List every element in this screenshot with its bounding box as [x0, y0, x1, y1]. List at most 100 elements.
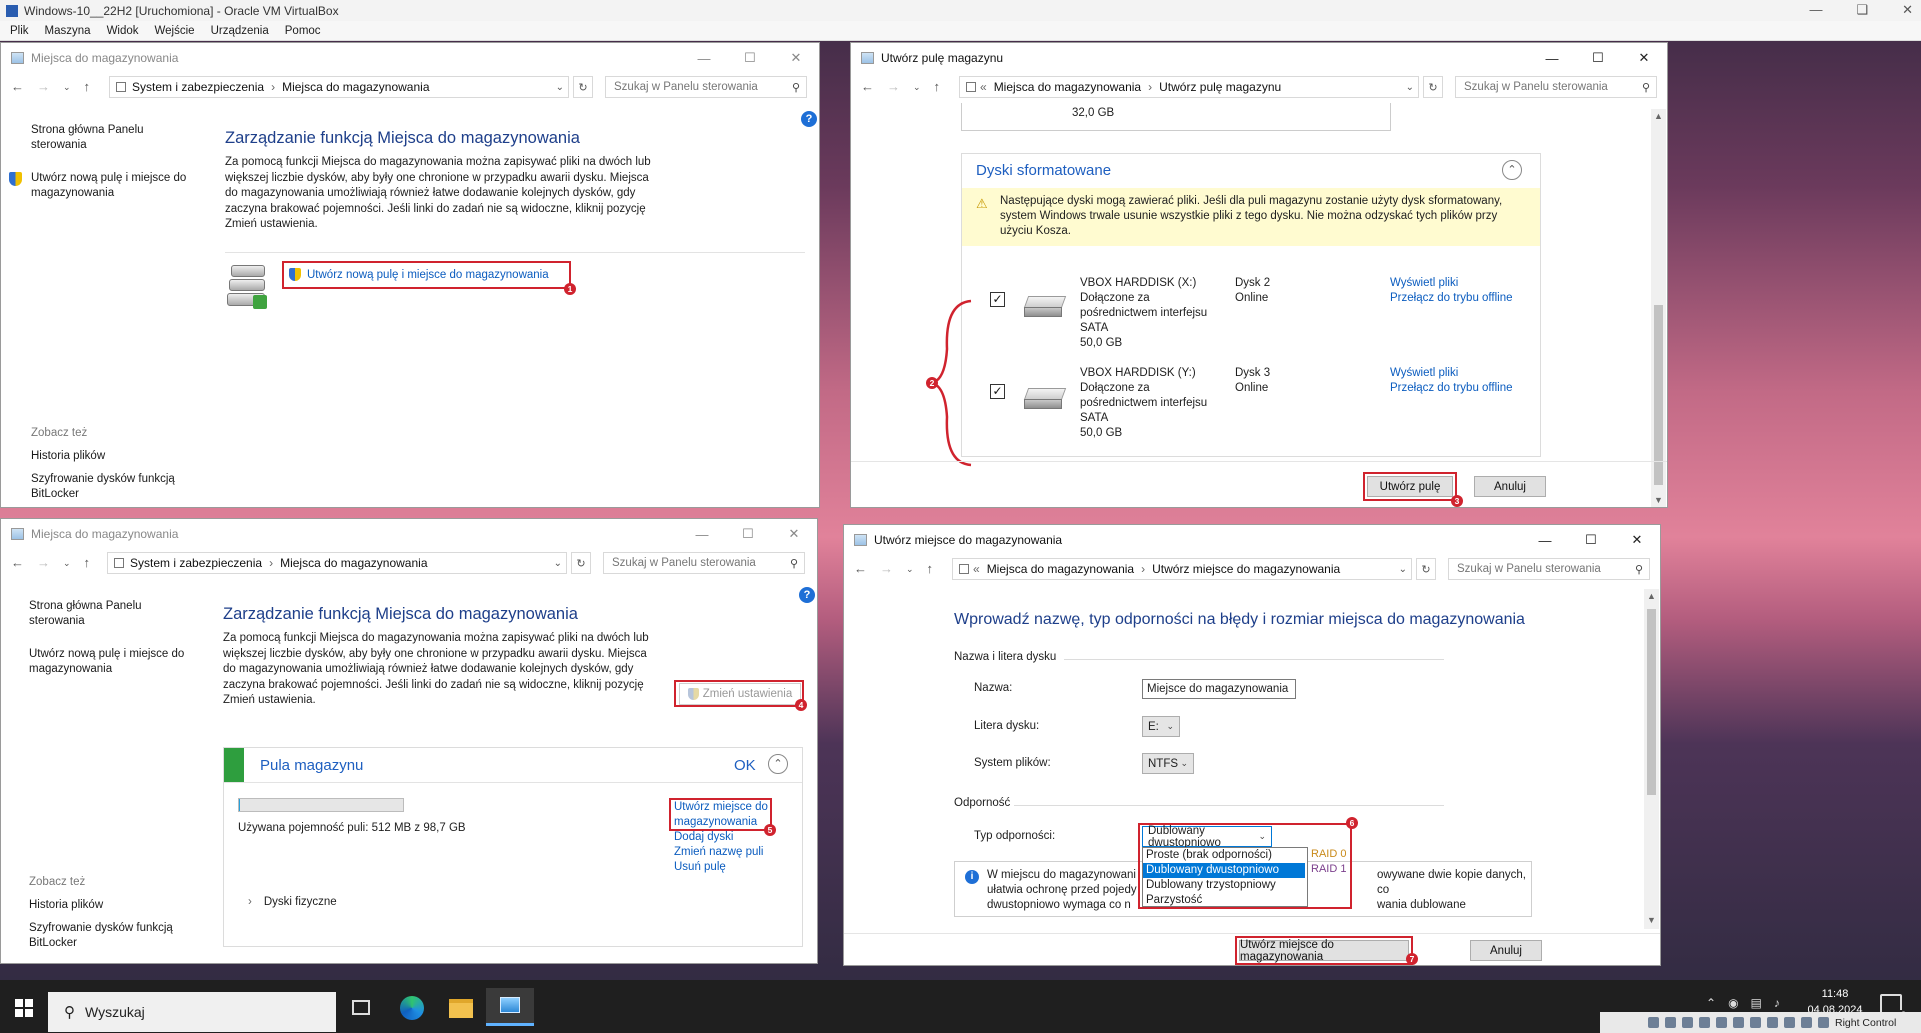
display-status-icon[interactable] — [1750, 1017, 1761, 1028]
chevron-down-icon[interactable]: ⌄ — [556, 82, 564, 93]
recent-dropdown-icon[interactable]: ⌄ — [63, 558, 71, 570]
meet-now-icon[interactable]: ◉ — [1728, 996, 1738, 1010]
rename-pool-link[interactable]: Zmień nazwę puli — [674, 845, 772, 860]
minimize-button[interactable]: — — [679, 519, 725, 549]
back-icon[interactable]: ← — [861, 79, 874, 94]
refresh-icon[interactable]: ↻ — [1416, 558, 1436, 580]
search-input[interactable]: Szukaj w Panelu sterowania ⚲ — [1448, 558, 1650, 580]
up-icon[interactable]: ↑ — [84, 555, 91, 570]
chevron-down-icon[interactable]: ⌄ — [1406, 82, 1414, 93]
disk-checkbox-x[interactable]: ✓ — [990, 292, 1005, 307]
chevron-down-icon[interactable]: ⌄ — [554, 558, 562, 569]
network-icon[interactable]: ▤ — [1751, 996, 1762, 1010]
filesystem-select[interactable]: NTFS ⌄ — [1142, 753, 1194, 774]
recording-status-icon[interactable] — [1767, 1017, 1778, 1028]
breadcrumb[interactable]: System i zabezpieczenia › Miejsca do mag… — [109, 76, 569, 98]
forward-icon[interactable]: → — [880, 561, 893, 576]
network-status-icon[interactable] — [1699, 1017, 1710, 1028]
physical-disks-expander[interactable]: › Dyski fizyczne — [248, 896, 337, 908]
taskbar-search[interactable]: ⚲ Wyszukaj — [48, 992, 336, 1032]
menu-widok[interactable]: Widok — [107, 25, 139, 37]
forward-icon[interactable]: → — [887, 79, 900, 94]
delete-pool-link[interactable]: Usuń pulę — [674, 860, 772, 875]
close-button[interactable]: ✕ — [1614, 525, 1660, 555]
search-input[interactable]: Szukaj w Panelu sterowania ⚲ — [603, 552, 805, 574]
vb-minimize-button[interactable]: — — [1809, 2, 1822, 18]
mouse-integration-icon[interactable] — [1801, 1017, 1812, 1028]
menu-plik[interactable]: Plik — [10, 25, 29, 37]
refresh-icon[interactable]: ↻ — [571, 552, 591, 574]
maximize-button[interactable]: ☐ — [727, 43, 773, 73]
maximize-button[interactable]: ☐ — [1575, 43, 1621, 73]
home-link[interactable]: Strona główna Panelu sterowania — [31, 123, 161, 153]
close-button[interactable]: ✕ — [771, 519, 817, 549]
back-icon[interactable]: ← — [11, 79, 24, 94]
menu-urzadzenia[interactable]: Urządzenia — [211, 25, 269, 37]
maximize-button[interactable]: ☐ — [1568, 525, 1614, 555]
take-offline-link[interactable]: Przełącz do trybu offline — [1390, 291, 1513, 306]
audio-status-icon[interactable] — [1682, 1017, 1693, 1028]
view-files-link[interactable]: Wyświetl pliki — [1390, 366, 1513, 381]
minimize-button[interactable]: — — [681, 43, 727, 73]
back-icon[interactable]: ← — [854, 561, 867, 576]
breadcrumb-item[interactable]: Utwórz miejsce do magazynowania — [1152, 562, 1340, 576]
maximize-button[interactable]: ☐ — [725, 519, 771, 549]
keyboard-status-icon[interactable] — [1818, 1017, 1829, 1028]
shared-folders-icon[interactable] — [1733, 1017, 1744, 1028]
disk-checkbox-y[interactable]: ✓ — [990, 384, 1005, 399]
recent-dropdown-icon[interactable]: ⌄ — [913, 82, 921, 94]
breadcrumb[interactable]: « Miejsca do magazynowania › Utwórz miej… — [952, 558, 1412, 580]
refresh-icon[interactable]: ↻ — [573, 76, 593, 98]
forward-icon[interactable]: → — [37, 79, 50, 94]
up-icon[interactable]: ↑ — [84, 79, 91, 94]
forward-icon[interactable]: → — [37, 555, 50, 570]
file-history-link[interactable]: Historia plików — [29, 898, 199, 913]
volume-icon[interactable]: ♪ — [1774, 996, 1780, 1010]
task-view-icon[interactable] — [352, 1000, 370, 1015]
vb-close-button[interactable]: ✕ — [1902, 2, 1913, 18]
help-icon[interactable]: ? — [799, 587, 815, 603]
cancel-button[interactable]: Anuluj — [1470, 940, 1542, 961]
menu-wejscie[interactable]: Wejście — [155, 25, 195, 37]
scrollbar[interactable]: ▲ ▼ — [1651, 109, 1666, 507]
minimize-button[interactable]: — — [1529, 43, 1575, 73]
file-history-link[interactable]: Historia plików — [31, 449, 201, 464]
cancel-button[interactable]: Anuluj — [1474, 476, 1546, 497]
bitlocker-link[interactable]: Szyfrowanie dysków funkcją BitLocker — [31, 472, 191, 502]
optical-status-icon[interactable] — [1665, 1017, 1676, 1028]
menu-pomoc[interactable]: Pomoc — [285, 25, 321, 37]
take-offline-link[interactable]: Przełącz do trybu offline — [1390, 381, 1513, 396]
refresh-icon[interactable]: ↻ — [1423, 76, 1443, 98]
close-button[interactable]: ✕ — [1621, 43, 1667, 73]
close-button[interactable]: ✕ — [773, 43, 819, 73]
cpu-status-icon[interactable] — [1784, 1017, 1795, 1028]
add-drives-link[interactable]: Dodaj dyski — [674, 830, 772, 845]
bitlocker-link[interactable]: Szyfrowanie dysków funkcją BitLocker — [29, 921, 189, 951]
back-icon[interactable]: ← — [11, 555, 24, 570]
breadcrumb-item[interactable]: Utwórz pulę magazynu — [1159, 80, 1281, 94]
home-link[interactable]: Strona główna Panelu sterowania — [29, 599, 159, 629]
help-icon[interactable]: ? — [801, 111, 817, 127]
control-panel-taskbar-icon[interactable] — [486, 988, 534, 1026]
create-pool-side-link[interactable]: Utwórz nową pulę i miejsce do magazynowa… — [29, 647, 199, 677]
scrollbar[interactable]: ▲ ▼ — [1644, 589, 1659, 929]
file-explorer-icon[interactable] — [449, 999, 473, 1018]
menu-maszyna[interactable]: Maszyna — [45, 25, 91, 37]
breadcrumb-item[interactable]: Miejsca do magazynowania — [987, 562, 1134, 576]
recent-dropdown-icon[interactable]: ⌄ — [906, 564, 914, 576]
name-input[interactable]: Miejsce do magazynowania — [1142, 679, 1296, 699]
collapse-icon[interactable]: ⌃ — [1502, 160, 1522, 180]
hdd-status-icon[interactable] — [1648, 1017, 1659, 1028]
drive-letter-select[interactable]: E: ⌄ — [1142, 716, 1180, 737]
notifications-icon[interactable]: 8 — [1880, 994, 1908, 1020]
edge-icon[interactable] — [400, 996, 424, 1020]
up-icon[interactable]: ↑ — [927, 561, 934, 576]
recent-dropdown-icon[interactable]: ⌄ — [63, 82, 71, 94]
breadcrumb-item[interactable]: Miejsca do magazynowania — [282, 80, 429, 94]
breadcrumb-item[interactable]: Miejsca do magazynowania — [994, 80, 1141, 94]
search-input[interactable]: Szukaj w Panelu sterowania ⚲ — [1455, 76, 1657, 98]
usb-status-icon[interactable] — [1716, 1017, 1727, 1028]
up-icon[interactable]: ↑ — [934, 79, 941, 94]
breadcrumb-item[interactable]: Miejsca do magazynowania — [280, 556, 427, 570]
view-files-link[interactable]: Wyświetl pliki — [1390, 276, 1513, 291]
